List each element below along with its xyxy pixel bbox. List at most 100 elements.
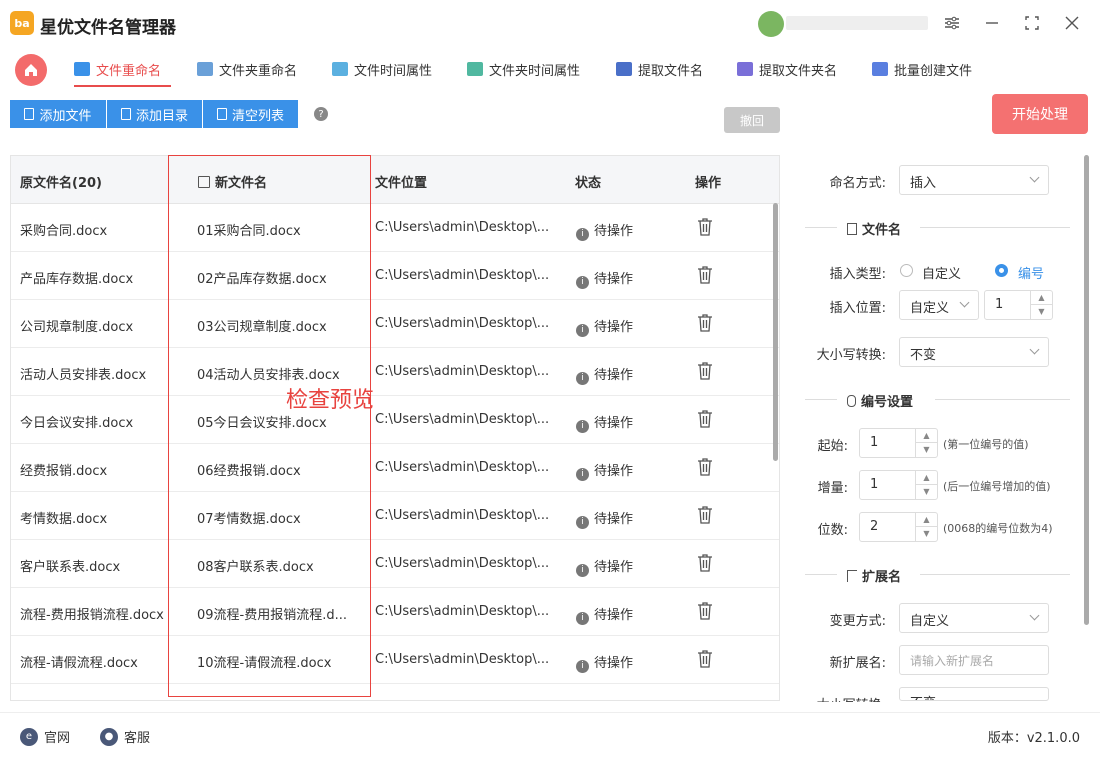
avatar[interactable]	[758, 11, 784, 37]
minimize-icon[interactable]	[980, 11, 1004, 35]
settings-icon[interactable]	[940, 11, 964, 35]
delete-icon[interactable]	[697, 266, 713, 284]
header-original[interactable]: 原文件名(20)	[20, 172, 102, 191]
delete-icon[interactable]	[697, 602, 713, 620]
website-link[interactable]: e 官网	[20, 727, 70, 746]
tab-folder-rename[interactable]: 文件夹重命名	[197, 54, 297, 84]
digits-hint: (0068的编号位数为4)	[943, 522, 1053, 535]
increment-stepper[interactable]: 1 ▲ ▼	[859, 470, 938, 500]
cell-new: 05今日会议安排.docx	[197, 416, 327, 431]
cell-original: 客户联系表.docx	[20, 560, 121, 575]
version-text: 版本：v2.1.0.0	[987, 731, 1080, 746]
info-icon: i	[576, 228, 589, 241]
start-button[interactable]: 开始处理	[992, 94, 1088, 134]
table-row[interactable]: 公司规章制度.docx 03公司规章制度.docx C:\Users\admin\D…	[11, 300, 779, 348]
ext-case-select[interactable]: 不变	[899, 687, 1049, 701]
help-icon[interactable]: ?	[314, 107, 328, 121]
tab-extract-foldername[interactable]: 提取文件夹名	[737, 54, 837, 84]
cell-original: 今日会议安排.docx	[20, 416, 134, 431]
delete-icon[interactable]	[697, 218, 713, 236]
delete-icon[interactable]	[697, 650, 713, 668]
app-title: 星优文件名管理器	[40, 18, 176, 38]
stepper-arrows[interactable]: ▲ ▼	[915, 429, 937, 457]
service-link[interactable]: ● 客服	[100, 727, 150, 746]
ext-new-input[interactable]: 请输入新扩展名	[899, 645, 1049, 675]
table-scrollbar[interactable]	[773, 203, 778, 461]
stepper-arrows[interactable]: ▲ ▼	[915, 471, 937, 499]
home-button[interactable]	[15, 54, 47, 86]
radio-number-label[interactable]: 编号	[1018, 263, 1044, 282]
table-row[interactable]: 产品库存数据.docx 02产品库存数据.docx C:\Users\admin\D…	[11, 252, 779, 300]
cell-location: C:\Users\admin\Desktop\...	[375, 460, 550, 475]
tab-file-rename[interactable]: 文件重命名	[74, 54, 161, 84]
undo-button[interactable]: 撤回	[724, 107, 780, 133]
table-row[interactable]: 活动人员安排表.docx 04活动人员安排表.docx C:\Users\admin…	[11, 348, 779, 396]
case-label: 大小写转换:	[816, 348, 886, 363]
table-row[interactable]: 客户联系表.docx 08客户联系表.docx C:\Users\admin\Des…	[11, 540, 779, 588]
delete-icon[interactable]	[697, 458, 713, 476]
trash-icon	[216, 108, 227, 120]
cell-location: C:\Users\admin\Desktop\...	[375, 652, 550, 667]
insert-position-stepper[interactable]: 1 ▲ ▼	[984, 290, 1053, 320]
delete-icon[interactable]	[697, 314, 713, 332]
table-row[interactable]: 采购合同.docx 01采购合同.docx C:\Users\admin\Deskt…	[11, 204, 779, 252]
ext-mode-select[interactable]: 自定义	[899, 603, 1049, 633]
table-row[interactable]: 流程-费用报销流程.docx 09流程-费用报销流程.d... C:\Users\a…	[11, 588, 779, 636]
info-icon: i	[576, 468, 589, 481]
panel-scrollbar[interactable]	[1084, 155, 1089, 625]
header-location[interactable]: 文件位置	[375, 172, 427, 191]
maximize-icon[interactable]	[1020, 11, 1044, 35]
cell-status: i 待操作	[576, 220, 633, 241]
digits-stepper[interactable]: 2 ▲ ▼	[859, 512, 938, 542]
ext-mode-label: 变更方式:	[829, 614, 886, 629]
ext-new-label: 新扩展名:	[829, 656, 886, 671]
tab-batch-create[interactable]: 批量创建文件	[872, 54, 972, 84]
cell-original: 公司规章制度.docx	[20, 320, 134, 335]
insert-position-label: 插入位置:	[829, 301, 886, 316]
delete-icon[interactable]	[697, 506, 713, 524]
add-dir-button[interactable]: 添加目录	[107, 100, 202, 128]
radio-number[interactable]	[995, 264, 1008, 277]
start-stepper[interactable]: 1 ▲ ▼	[859, 428, 938, 458]
table-row[interactable]: 今日会议安排.docx 05今日会议安排.docx C:\Users\admin\D…	[11, 396, 779, 444]
delete-icon[interactable]	[697, 362, 713, 380]
cell-status: i 待操作	[576, 652, 633, 673]
delete-icon[interactable]	[697, 410, 713, 428]
table-row[interactable]: 经费报销.docx 06经费报销.docx C:\Users\admin\Deskt…	[11, 444, 779, 492]
stepper-arrows[interactable]: ▲ ▼	[1030, 291, 1052, 319]
clear-list-button[interactable]: 清空列表	[203, 100, 298, 128]
radio-custom-label[interactable]: 自定义	[922, 263, 961, 282]
header-new[interactable]: 新文件名	[198, 172, 267, 191]
file-table: 原文件名(20) 新文件名 文件位置 状态 操作 采购合同.docx 01采购合同…	[10, 155, 780, 701]
case-select[interactable]: 不变	[899, 337, 1049, 367]
stepper-arrows[interactable]: ▲ ▼	[915, 513, 937, 541]
chevron-down-icon	[1029, 610, 1040, 621]
tab-folder-time[interactable]: 文件夹时间属性	[467, 54, 580, 84]
radio-custom[interactable]	[900, 264, 913, 277]
tab-extract-filename[interactable]: 提取文件名	[616, 54, 703, 84]
cell-status: i 待操作	[576, 316, 633, 337]
folder-rename-icon	[197, 62, 213, 76]
cell-original: 采购合同.docx	[20, 224, 108, 239]
cell-original: 活动人员安排表.docx	[20, 368, 147, 383]
cell-location: C:\Users\admin\Desktop\...	[375, 508, 550, 523]
cell-status: i 待操作	[576, 364, 633, 385]
tab-file-time[interactable]: 文件时间属性	[332, 54, 432, 84]
table-row[interactable]	[11, 684, 779, 700]
header-action[interactable]: 操作	[695, 172, 721, 191]
naming-select[interactable]: 插入	[899, 165, 1049, 195]
table-row[interactable]: 流程-请假流程.docx 10流程-请假流程.docx C:\Users\admin…	[11, 636, 779, 684]
table-row[interactable]: 考情数据.docx 07考情数据.docx C:\Users\admin\Deskt…	[11, 492, 779, 540]
header-status[interactable]: 状态	[575, 172, 601, 191]
delete-icon[interactable]	[697, 554, 713, 572]
add-file-button[interactable]: 添加文件	[10, 100, 106, 128]
cell-status: i 待操作	[576, 508, 633, 529]
info-icon: i	[576, 564, 589, 577]
increment-hint: (后一位编号增加的值)	[943, 480, 1051, 493]
close-icon[interactable]	[1060, 11, 1084, 35]
cell-location: C:\Users\admin\Desktop\...	[375, 268, 550, 283]
insert-position-select[interactable]: 自定义	[899, 290, 979, 320]
cell-new: 02产品库存数据.docx	[197, 272, 327, 287]
cell-new: 10流程-请假流程.docx	[197, 656, 332, 671]
number-section: 编号设置	[805, 389, 1070, 410]
